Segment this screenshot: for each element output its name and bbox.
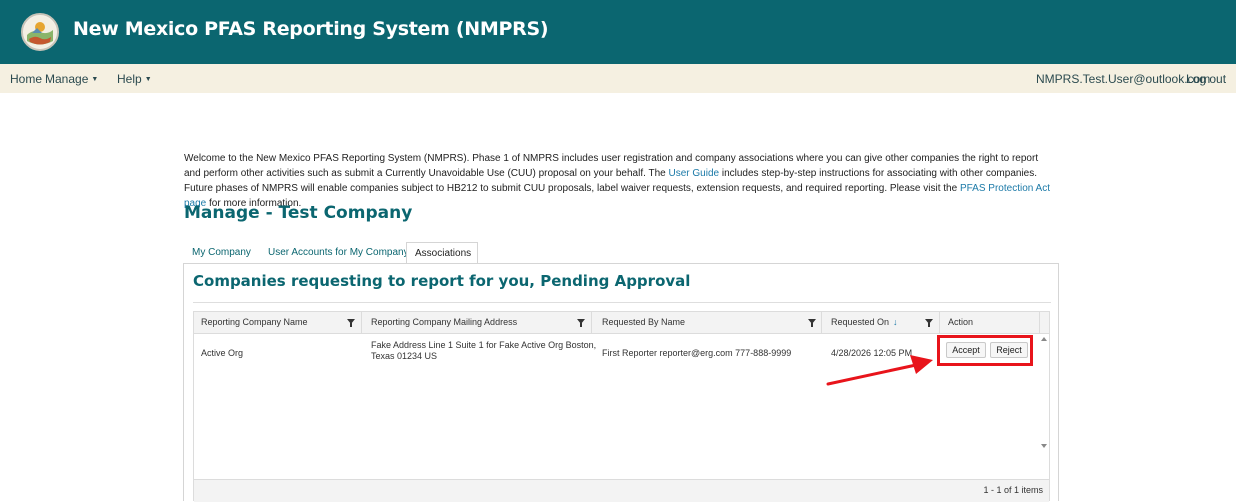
- cell-mailing-address: Fake Address Line 1 Suite 1 for Fake Act…: [371, 340, 596, 362]
- address-line-1: Fake Address Line 1 Suite 1 for Fake Act…: [371, 340, 597, 350]
- column-header-mailing-address[interactable]: Reporting Company Mailing Address: [371, 312, 517, 333]
- caret-down-icon: ▼: [144, 76, 152, 83]
- scroll-up-arrow-icon[interactable]: [1041, 337, 1047, 341]
- nav-home-label: Home: [10, 72, 43, 86]
- column-divider: [361, 312, 362, 333]
- cell-requested-by: First Reporter reporter@erg.com 777-888-…: [602, 348, 792, 358]
- column-header-action: Action: [948, 317, 974, 327]
- user-email-link[interactable]: NMPRS.Test.User@outlook.com: [1036, 72, 1210, 86]
- new-mexico-seal-logo-icon: [21, 13, 59, 51]
- logout-link[interactable]: Log out: [1186, 72, 1226, 86]
- nav-manage-menu[interactable]: Manage ▼: [45, 72, 98, 86]
- column-divider: [591, 312, 592, 333]
- user-guide-link[interactable]: User Guide: [669, 168, 720, 179]
- grid-scrollbar[interactable]: [1039, 333, 1049, 478]
- nav-home[interactable]: Home: [10, 72, 42, 86]
- red-arrow-pointer-icon: [826, 355, 933, 386]
- column-divider: [1039, 312, 1040, 333]
- section-divider: [193, 302, 1051, 303]
- cell-company-name: Active Org: [201, 348, 244, 358]
- caret-down-icon: ▼: [91, 76, 99, 83]
- sort-descending-icon: ↓: [893, 317, 898, 327]
- section-title: Companies requesting to report for you, …: [193, 272, 691, 290]
- filter-icon[interactable]: [577, 319, 585, 327]
- requested-on-label: Requested On: [831, 317, 890, 327]
- app-header: New Mexico PFAS Reporting System (NMPRS): [0, 0, 1236, 64]
- column-header-requested-on[interactable]: Requested On ↓: [831, 312, 898, 333]
- top-navbar: Home Manage ▼ Help ▼ NMPRS.Test.User@outlo…: [0, 64, 1236, 93]
- pager-info: 1 - 1 of 1 items: [983, 485, 1043, 495]
- tab-user-accounts[interactable]: User Accounts for My Company: [260, 242, 417, 264]
- scroll-down-arrow-icon[interactable]: [1041, 444, 1047, 448]
- column-header-requested-by[interactable]: Requested By Name: [602, 312, 685, 333]
- filter-icon[interactable]: [808, 319, 816, 327]
- nav-manage-label: Manage: [45, 72, 89, 86]
- tab-associations[interactable]: Associations: [406, 242, 478, 264]
- nav-help-label: Help: [117, 72, 142, 86]
- grid-header: Reporting Company Name Reporting Company…: [194, 312, 1049, 334]
- column-divider: [821, 312, 822, 333]
- column-header-company-name[interactable]: Reporting Company Name: [201, 312, 308, 333]
- column-divider: [939, 312, 940, 333]
- filter-icon[interactable]: [925, 319, 933, 327]
- tab-my-company[interactable]: My Company: [184, 242, 259, 264]
- pending-approval-grid: Reporting Company Name Reporting Company…: [193, 311, 1050, 501]
- action-highlight-box: [937, 335, 1033, 366]
- filter-icon[interactable]: [347, 319, 355, 327]
- app-title: New Mexico PFAS Reporting System (NMPRS): [73, 18, 549, 40]
- intro-paragraph: Welcome to the New Mexico PFAS Reporting…: [184, 151, 1054, 211]
- address-line-2: Texas 01234 US: [371, 351, 438, 361]
- nav-help-menu[interactable]: Help ▼: [117, 72, 152, 86]
- grid-pager: 1 - 1 of 1 items: [194, 479, 1049, 502]
- page-title: Manage - Test Company: [184, 203, 413, 223]
